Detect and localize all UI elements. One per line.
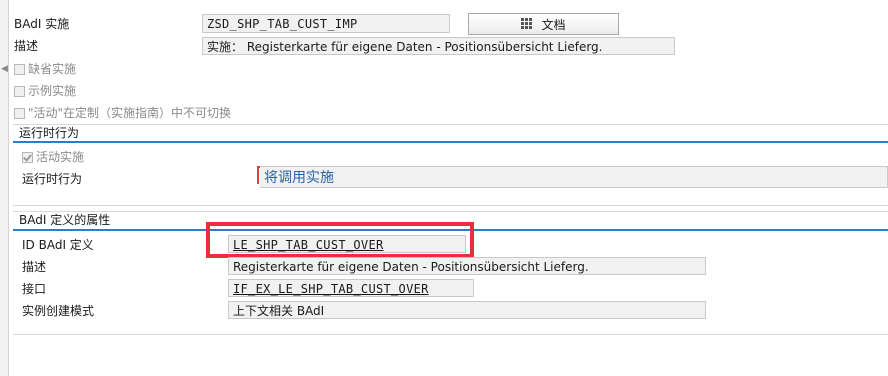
description-field[interactable]: 实施： Registerkarte für eigene Daten - Pos… xyxy=(202,37,675,55)
badi-definition-id-label: ID BAdI 定义 xyxy=(22,238,94,252)
badi-implementation-screen: ◀ BAdI 实施 ZSD_SHP_TAB_CUST_IMP 文档 描述 实施：… xyxy=(0,0,888,376)
badi-definition-desc-field[interactable]: Registerkarte für eigene Daten - Positio… xyxy=(228,257,706,275)
badi-definition-section-title: BAdI 定义的属性 xyxy=(19,213,111,227)
runtime-behavior-field[interactable]: 将调用实施 xyxy=(260,166,888,188)
example-impl-checkbox[interactable] xyxy=(14,86,25,97)
grid-icon xyxy=(521,18,533,30)
runtime-behavior-group xyxy=(13,124,888,206)
runtime-section-title: 运行时行为 xyxy=(19,126,80,140)
runtime-behavior-label: 运行时行为 xyxy=(22,172,83,186)
interface-label: 接口 xyxy=(22,282,47,296)
highlight-box xyxy=(206,222,474,258)
active-impl-label: 活动实施 xyxy=(36,150,85,164)
badi-definition-desc-label: 描述 xyxy=(22,260,47,274)
documentation-button[interactable]: 文档 xyxy=(468,13,619,35)
instance-mode-field[interactable]: 上下文相关 BAdI xyxy=(228,301,706,319)
active-not-switchable-label: "活动"在定制（实施指南）中不可切换 xyxy=(28,106,232,120)
active-not-switchable-checkbox[interactable] xyxy=(14,108,25,119)
badi-impl-field[interactable]: ZSD_SHP_TAB_CUST_IMP xyxy=(202,14,450,33)
collapse-arrow-icon[interactable]: ◀ xyxy=(1,64,8,74)
default-impl-label: 缺省实施 xyxy=(28,62,77,76)
default-impl-checkbox[interactable] xyxy=(14,64,25,75)
runtime-section-divider xyxy=(13,141,888,143)
instance-mode-label: 实例创建模式 xyxy=(22,304,95,318)
badi-impl-label: BAdI 实施 xyxy=(14,17,70,31)
example-impl-label: 示例实施 xyxy=(28,84,77,98)
description-label: 描述 xyxy=(14,39,39,53)
interface-field[interactable]: IF_EX_LE_SHP_TAB_CUST_OVER xyxy=(228,279,474,297)
active-impl-checkbox[interactable] xyxy=(22,152,33,163)
documentation-button-label: 文档 xyxy=(541,17,566,32)
left-splitter-rail[interactable]: ◀ xyxy=(0,0,9,376)
